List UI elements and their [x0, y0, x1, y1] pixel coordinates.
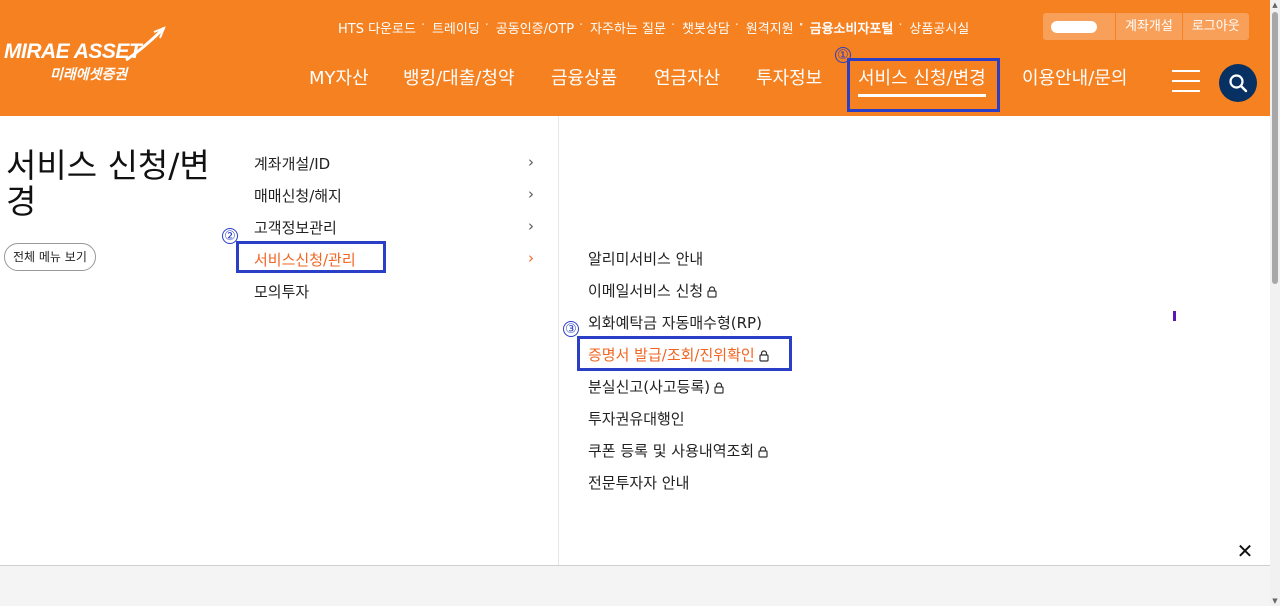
lnb-label: 고객정보관리: [254, 219, 337, 237]
page-title: 서비스 신청/변경: [6, 146, 210, 221]
chevron-right-icon: ›: [528, 249, 534, 267]
submenu-label: 전문투자자 안내: [588, 474, 690, 492]
lnb-item-account-id[interactable]: 계좌개설/ID ›: [254, 153, 534, 177]
submenu-label: 이메일서비스 신청: [588, 282, 704, 300]
util-link-hts[interactable]: HTS 다운로드: [330, 18, 424, 37]
util-link-cert-otp[interactable]: 공동인증/OTP: [485, 18, 582, 37]
gnb-financial-products[interactable]: 금융상품: [551, 64, 617, 90]
util-link-trading[interactable]: 트레이딩: [421, 18, 488, 37]
lock-icon: [758, 445, 768, 458]
chevron-right-icon: ›: [528, 185, 534, 203]
util-link-disclosure[interactable]: 상품공시실: [898, 18, 977, 37]
gnb-investment-info[interactable]: 투자정보: [756, 64, 822, 90]
submenu-item-email-service[interactable]: 이메일서비스 신청: [588, 280, 717, 301]
lnb-label: 계좌개설/ID: [254, 155, 331, 173]
chevron-right-icon: ›: [528, 217, 534, 235]
search-button[interactable]: [1219, 64, 1257, 102]
scroll-down-arrow-icon[interactable]: ▼: [1271, 597, 1279, 605]
util-link-consumer-portal[interactable]: 금융소비자포털: [799, 18, 902, 37]
logo-text-en: MIRAE ASSET: [4, 40, 142, 63]
submenu-label: 분실신고(사고등록): [588, 378, 711, 396]
annotation-3: ③: [563, 321, 579, 337]
submenu-label: 쿠폰 등록 및 사용내역조회: [588, 442, 755, 460]
scrollbar-thumb[interactable]: [1272, 12, 1278, 284]
gnb-my-assets[interactable]: MY자산: [309, 64, 369, 90]
all-menu-button[interactable]: 전체 메뉴 보기: [4, 243, 96, 271]
lnb-item-mock-invest[interactable]: 모의투자: [254, 281, 534, 305]
lock-icon: [714, 381, 724, 394]
lnb-label: 모의투자: [254, 283, 310, 301]
util-link-remote-support[interactable]: 원격지원: [735, 18, 802, 37]
user-name-button[interactable]: [1043, 13, 1116, 40]
submenu-item-alert-service[interactable]: 알리미서비스 안내: [588, 248, 703, 269]
lnb-item-customer-info[interactable]: 고객정보관리 ›: [254, 217, 534, 241]
hamburger-menu-icon[interactable]: [1172, 70, 1200, 92]
search-icon: [1229, 74, 1248, 93]
mirae-asset-logo[interactable]: MIRAE ASSET 미래에셋증권: [4, 26, 166, 86]
column-divider: [558, 116, 559, 566]
lock-icon: [707, 285, 717, 298]
scroll-up-arrow-icon[interactable]: ▲: [1271, 1, 1279, 9]
submenu-item-fx-rp[interactable]: 외화예탁금 자동매수형(RP): [588, 312, 762, 333]
lnb-item-trade-apply[interactable]: 매매신청/해지 ›: [254, 185, 534, 209]
submenu-item-loss-report[interactable]: 분실신고(사고등록): [588, 376, 724, 397]
redacted-username: [1051, 20, 1097, 33]
submenu-label: 알리미서비스 안내: [588, 250, 704, 268]
submenu-label: 외화예탁금 자동매수형(RP): [588, 314, 762, 332]
close-menu-button[interactable]: ✕: [1233, 539, 1257, 563]
submenu-item-pro-investor[interactable]: 전문투자자 안내: [588, 472, 689, 493]
gnb-pension[interactable]: 연금자산: [654, 64, 720, 90]
open-account-button[interactable]: 계좌개설: [1116, 13, 1183, 40]
utility-buttons: 계좌개설 로그아웃: [1043, 13, 1249, 40]
util-link-chatbot[interactable]: 챗봇상담: [671, 18, 738, 37]
lnb-label: 매매신청/해지: [254, 187, 342, 205]
annotation-box-2: [236, 241, 386, 273]
submenu-item-coupon[interactable]: 쿠폰 등록 및 사용내역조회: [588, 440, 768, 461]
chevron-right-icon: ›: [528, 153, 534, 171]
submenu-item-agent[interactable]: 투자권유대행인: [588, 408, 685, 429]
logout-button[interactable]: 로그아웃: [1182, 13, 1249, 40]
annotation-box-3: [577, 336, 792, 371]
site-header: MIRAE ASSET 미래에셋증권 HTS 다운로드 트레이딩 공동인증/OT…: [0, 0, 1270, 116]
gnb-banking[interactable]: 뱅킹/대출/청약: [403, 64, 515, 90]
util-link-faq[interactable]: 자주하는 질문: [579, 18, 674, 37]
footer-area: [0, 566, 1270, 606]
text-cursor-mark: [1173, 311, 1176, 321]
annotation-box-1: [847, 58, 1000, 112]
submenu-label: 투자권유대행인: [588, 410, 685, 428]
utility-links: HTS 다운로드 트레이딩 공동인증/OTP 자주하는 질문 챗봇상담 원격지원…: [330, 13, 977, 41]
logo-text-ko: 미래에셋증권: [50, 67, 128, 83]
vertical-scrollbar[interactable]: ▲ ▼: [1270, 0, 1280, 606]
gnb-help[interactable]: 이용안내/문의: [1022, 64, 1127, 90]
